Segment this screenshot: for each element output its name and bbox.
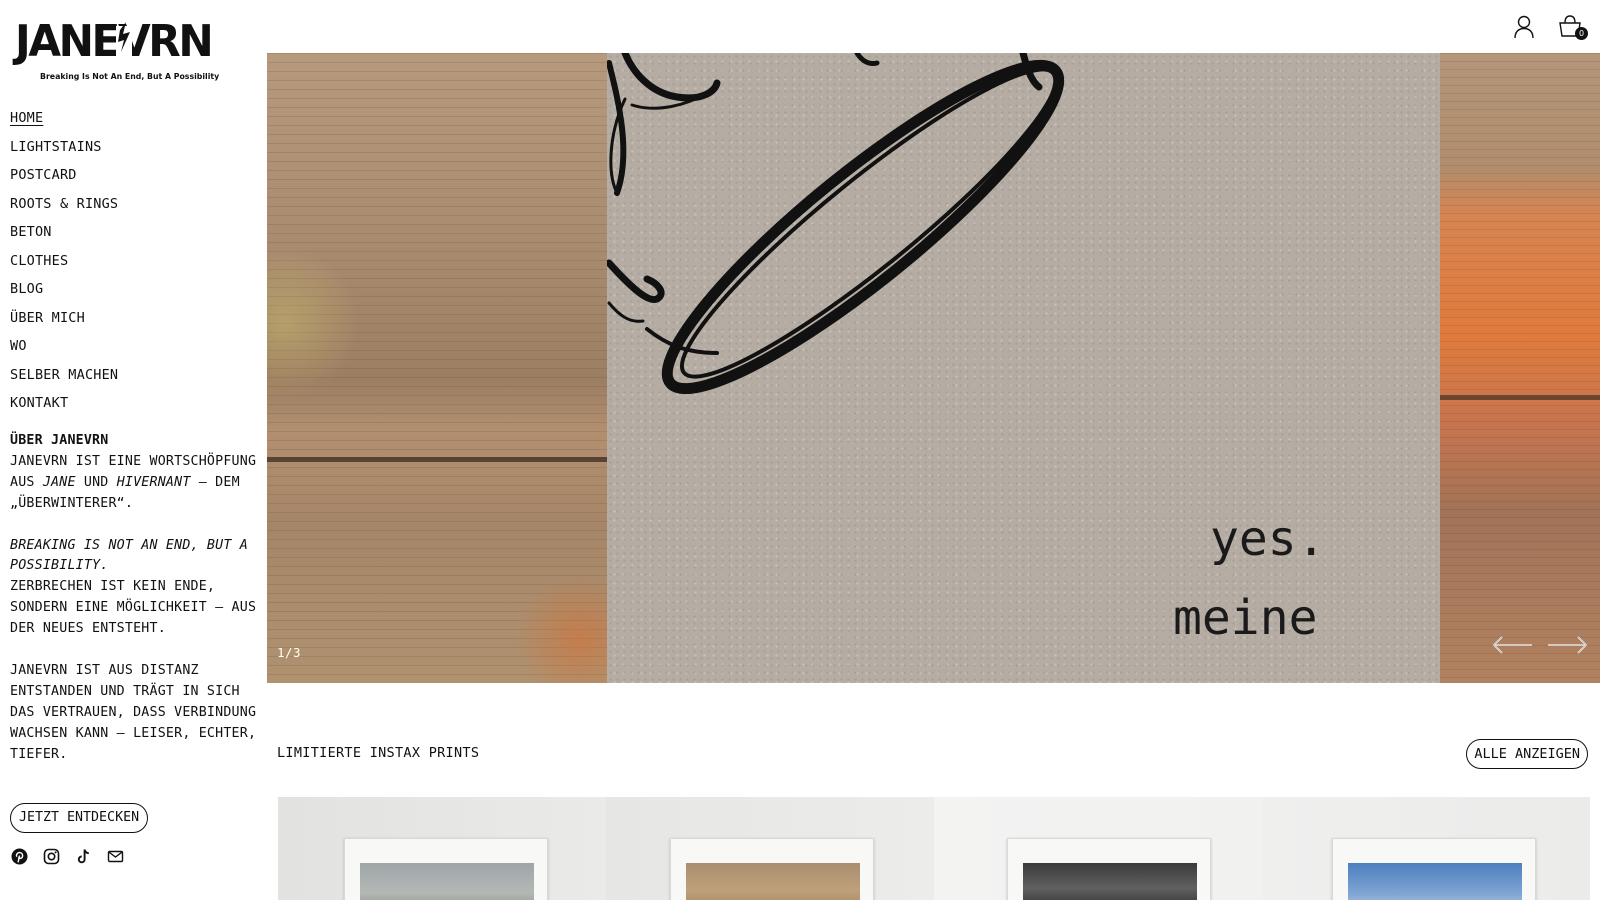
about-text: UND <box>75 474 117 490</box>
about-motto: BREAKING IS NOT AN END, BUT A POSSIBILIT… <box>10 536 260 578</box>
slide-counter: 1/3 <box>277 645 302 660</box>
nav-item-home[interactable]: HOME <box>10 104 118 133</box>
mail-icon[interactable] <box>107 848 124 865</box>
nav-label: HOME <box>10 110 44 126</box>
about-text-jane: JANE <box>42 474 76 490</box>
nav-label: KONTAKT <box>10 395 69 411</box>
hero-wood-background-left <box>267 53 607 683</box>
hero-text-line-2: meine <box>1173 590 1318 646</box>
nav-item-beton[interactable]: BETON <box>10 218 118 247</box>
arrow-right-icon[interactable] <box>1546 634 1588 656</box>
about-paragraph-2: ZERBRECHEN IST KEIN ENDE, SONDERN EINE M… <box>10 579 257 637</box>
brand-logo[interactable]: JANEVRN Breaking Is Not An End, But A Po… <box>15 16 219 88</box>
view-all-button[interactable]: ALLE ANZEIGEN <box>1466 739 1588 769</box>
hero-slider[interactable]: yes. meine 1/3 <box>267 53 1600 683</box>
brand-wordmark: JANEVRN <box>15 16 214 67</box>
about-text-hivernant: HIVERNANT <box>116 474 191 490</box>
arrow-left-icon[interactable] <box>1492 634 1534 656</box>
about-heading: ÜBER JANEVRN <box>10 433 109 448</box>
tiktok-icon[interactable] <box>75 848 92 865</box>
hero-wood-background-right <box>1440 53 1600 683</box>
header-actions: 0 <box>1512 14 1588 40</box>
motto-text: BREAKING IS NOT AN END, BUT A POSSIBILIT… <box>10 537 248 574</box>
nav-item-postcard[interactable]: POSTCARD <box>10 161 118 190</box>
instax-print <box>344 838 548 900</box>
brand-tagline: Breaking Is Not An End, But A Possibilit… <box>40 72 220 81</box>
product-image <box>1348 863 1522 900</box>
nav-item-selber-machen[interactable]: SELBER MACHEN <box>10 361 118 390</box>
nav-label: BLOG <box>10 281 44 297</box>
product-card[interactable] <box>1262 797 1590 900</box>
product-grid <box>278 797 1590 900</box>
nav-item-clothes[interactable]: CLOTHES <box>10 247 118 276</box>
nav-label: ROOTS & RINGS <box>10 195 119 212</box>
social-links <box>11 848 124 865</box>
section-title: LIMITIERTE INSTAX PRINTS <box>277 745 480 761</box>
account-icon[interactable] <box>1512 14 1536 40</box>
instagram-icon[interactable] <box>43 848 60 865</box>
nav-label: LIGHTSTAINS <box>10 138 102 155</box>
nav-label: POSTCARD <box>10 167 77 183</box>
nav-item-roots-rings[interactable]: ROOTS & RINGS <box>10 190 118 219</box>
instax-print <box>1007 838 1211 900</box>
product-card[interactable] <box>606 797 934 900</box>
hero-postcard: yes. meine <box>607 53 1440 683</box>
nav-label: WO <box>10 338 27 354</box>
nav-item-ueber-mich[interactable]: ÜBER MICH <box>10 304 118 333</box>
nav-item-blog[interactable]: BLOG <box>10 275 118 304</box>
product-image <box>1023 863 1197 900</box>
lightning-bolt-icon <box>116 22 132 66</box>
product-image <box>360 863 534 900</box>
about-block: ÜBER JANEVRN JANEVRN IST EINE WORTSCHÖPF… <box>10 431 260 765</box>
product-card[interactable] <box>278 797 606 900</box>
cart-icon[interactable]: 0 <box>1558 14 1588 40</box>
about-paragraph-3: JANEVRN IST AUS DISTANZ ENTSTANDEN UND T… <box>10 662 257 762</box>
nav-label: CLOTHES <box>10 252 69 269</box>
product-card[interactable] <box>934 797 1262 900</box>
main-nav: HOME LIGHTSTAINS POSTCARD ROOTS & RINGS … <box>10 104 118 418</box>
sidebar: JANEVRN Breaking Is Not An End, But A Po… <box>0 0 267 900</box>
product-image <box>686 863 860 900</box>
halo-illustration <box>607 53 1065 395</box>
nav-label: BETON <box>10 224 52 240</box>
hero-text-line-1: yes. <box>1210 511 1326 567</box>
instax-print <box>670 838 874 900</box>
about-paragraph-1: JANEVRN IST EINE WORTSCHÖPFUNG AUS JANE … <box>10 452 260 515</box>
nav-label: ÜBER MICH <box>10 309 85 326</box>
nav-item-lightstains[interactable]: LIGHTSTAINS <box>10 133 118 162</box>
discover-now-button[interactable]: JETZT ENTDECKEN <box>10 803 149 833</box>
nav-item-wo[interactable]: WO <box>10 332 118 361</box>
nav-label: SELBER MACHEN <box>10 366 119 383</box>
cart-count-badge: 0 <box>1575 27 1588 40</box>
instax-print <box>1332 838 1536 900</box>
slider-arrows <box>1492 634 1588 656</box>
pinterest-icon[interactable] <box>11 848 28 865</box>
nav-item-kontakt[interactable]: KONTAKT <box>10 389 118 418</box>
